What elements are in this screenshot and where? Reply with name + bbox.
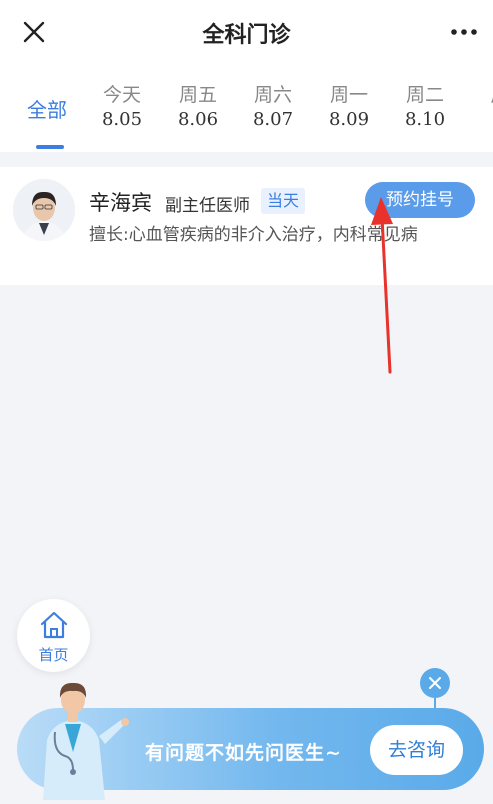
- app-header: 全科门诊: [0, 0, 493, 62]
- tab-day-label: 周五: [178, 84, 217, 106]
- tab-day-label: 周二: [405, 84, 444, 106]
- tab-active-indicator: [36, 145, 64, 149]
- tab-date-label: 8.06: [177, 109, 219, 130]
- tab-saturday[interactable]: 周六 8.07: [235, 62, 311, 152]
- tab-all[interactable]: 全部: [9, 62, 85, 152]
- avatar: [13, 179, 75, 241]
- date-tabs: 全部 今天 8.05 周五 8.06 周六 8.07 周一 8.09 周二 8.…: [0, 62, 493, 152]
- doctor-illustration: [43, 682, 129, 800]
- tab-day-label: 周六: [253, 84, 292, 106]
- consult-button[interactable]: 去咨询: [370, 725, 463, 775]
- tab-date-label: 8: [462, 109, 493, 130]
- banner-text: 有问题不如先问医生~: [145, 742, 342, 764]
- tab-next[interactable]: 周 8: [462, 62, 493, 152]
- doctor-name: 辛海宾: [89, 191, 152, 215]
- banner-close-button[interactable]: [420, 668, 450, 698]
- tab-date-label: 8.05: [101, 109, 143, 130]
- book-appointment-button[interactable]: 预约挂号: [365, 182, 475, 218]
- close-icon: [429, 677, 441, 689]
- more-icon[interactable]: [449, 22, 479, 42]
- home-button[interactable]: 首页: [17, 599, 90, 672]
- tab-monday[interactable]: 周一 8.09: [311, 62, 387, 152]
- tab-day-label: 今天: [102, 84, 141, 106]
- tab-date-label: 8.09: [328, 109, 370, 130]
- tab-tuesday[interactable]: 周二 8.10: [387, 62, 463, 152]
- tab-date-label: 8.10: [404, 109, 446, 130]
- availability-badge: 当天: [261, 188, 306, 214]
- tab-day-label: 周一: [329, 84, 368, 106]
- doctor-title: 副主任医师: [165, 196, 250, 216]
- home-label: 首页: [38, 646, 69, 664]
- tab-day-label: 周: [462, 80, 493, 107]
- page-title: 全科门诊: [202, 23, 291, 48]
- home-icon: [40, 611, 68, 639]
- doctor-specialty: 擅长:心血管疾病的非介入治疗，内科常见病: [89, 225, 418, 245]
- tab-date-label: 8.07: [252, 109, 294, 130]
- doctor-card[interactable]: 辛海宾 副主任医师 当天 预约挂号 擅长:心血管疾病的非介入治疗，内科常见病: [0, 167, 493, 285]
- tab-today[interactable]: 今天 8.05: [84, 62, 160, 152]
- tab-friday[interactable]: 周五 8.06: [160, 62, 236, 152]
- tab-day-label: 全部: [27, 98, 67, 122]
